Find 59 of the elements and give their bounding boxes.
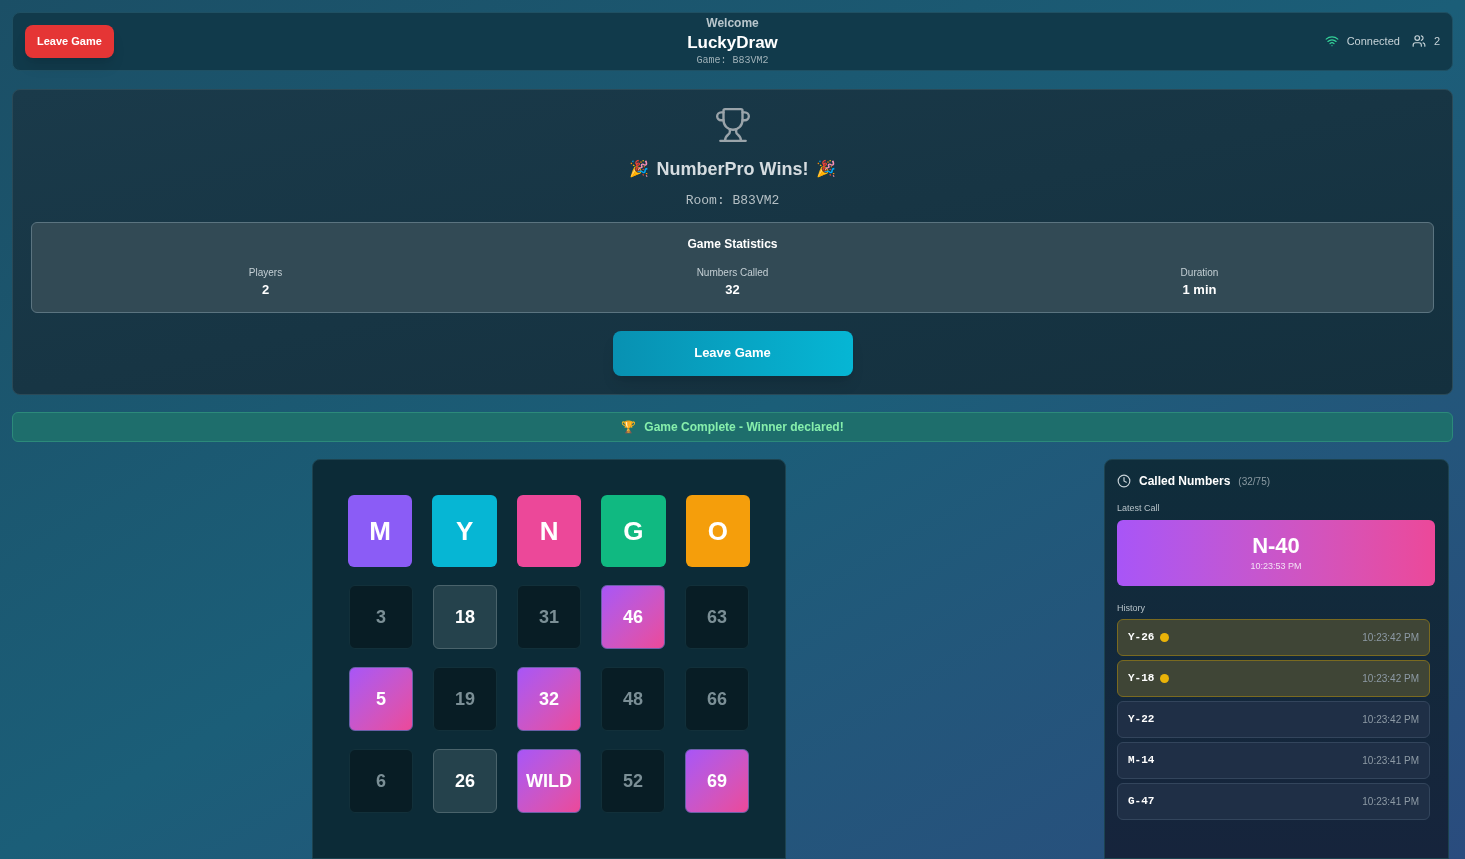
clock-icon [1117,474,1131,488]
column-header: N [516,495,582,567]
latest-number: N-40 [1252,532,1300,560]
board-cell[interactable]: 3 [349,585,413,649]
latest-call-label: Latest Call [1117,502,1161,515]
player-count: 2 [1433,34,1440,50]
stat-label: Players [248,266,283,281]
statistics-title: Game Statistics [687,236,778,254]
history-time: 10:23:42 PM [1362,631,1419,645]
column-header: G [601,495,666,567]
history-time: 10:23:41 PM [1362,795,1419,809]
confetti-emoji: 🎉 [628,159,649,180]
leave-game-button[interactable]: Leave Game [612,330,853,376]
board-cell[interactable]: 32 [517,667,581,731]
game-code: Game: B83VM2 [696,54,769,69]
stat-label: Duration [1180,266,1219,281]
history-number: M-14 [1128,753,1155,769]
board-cell[interactable]: 69 [685,749,749,813]
history-time: 10:23:41 PM [1362,754,1419,768]
history-number: Y-26 [1128,630,1155,646]
stat-label: Numbers Called [696,266,769,281]
history-time: 10:23:42 PM [1362,672,1419,686]
stat-value: 1 min [1182,281,1217,300]
board-cell[interactable]: 52 [601,749,665,813]
winner-title: NumberPro Wins! [656,157,809,181]
history-number: Y-22 [1128,712,1155,728]
board-cell[interactable]: 48 [601,667,665,731]
player-name: LuckyDraw [687,32,778,54]
board-cell[interactable]: 66 [685,667,749,731]
users-icon [1411,34,1426,49]
called-count: (32/75) [1238,474,1271,489]
board-cell[interactable]: 19 [433,667,497,731]
connection-status: Connected [1346,34,1400,50]
confetti-emoji: 🎉 [816,159,837,180]
latest-time: 10:23:53 PM [1250,559,1302,573]
trophy-icon [713,105,752,144]
stat-value: 32 [725,281,740,300]
board-cell[interactable]: 26 [433,749,497,813]
column-header: O [685,495,751,567]
panel-title: Called Numbers [1139,473,1231,490]
board-cell[interactable]: WILD [517,749,581,813]
room-code: Room: B83VM2 [685,191,780,210]
column-header: Y [432,495,497,567]
column-header: M [348,495,413,567]
board-cell[interactable]: 6 [349,749,413,813]
board-cell[interactable]: 63 [685,585,749,649]
history-number: Y-18 [1128,671,1155,687]
welcome-label: Welcome [706,15,759,33]
board-cell[interactable]: 31 [517,585,581,649]
board-cell[interactable]: 5 [349,667,413,731]
trophy-emoji: 🏆 [621,418,637,436]
leave-game-button[interactable]: Leave Game [25,25,114,58]
stat-value: 2 [261,281,270,300]
history-time: 10:23:42 PM [1362,713,1419,727]
history-label: History [1117,601,1146,615]
board-cell[interactable]: 18 [433,585,497,649]
board-cell[interactable]: 46 [601,585,665,649]
history-number: G-47 [1128,794,1155,810]
banner-text: Game Complete - Winner declared! [644,418,844,436]
